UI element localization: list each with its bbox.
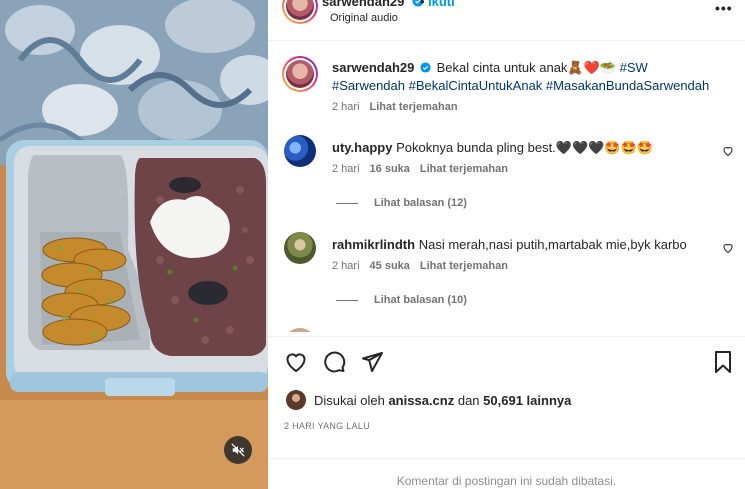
comment-icon[interactable] [322, 350, 346, 374]
comment-avatar[interactable] [284, 135, 316, 167]
comment-text: Pokoknya bunda pling best.🖤🖤🖤🤩🤩🤩 [396, 140, 653, 155]
header-divider [268, 40, 745, 41]
view-replies-button[interactable]: Lihat balasan (10) [336, 294, 467, 306]
comment-translate-link[interactable]: Lihat terjemahan [420, 260, 508, 272]
comment-meta: 2 hari 45 suka Lihat terjemahan [332, 260, 508, 272]
comment-avatar[interactable] [284, 232, 316, 264]
heart-icon[interactable] [284, 350, 308, 374]
liker-avatar[interactable] [286, 390, 306, 410]
view-replies-label: Lihat balasan (12) [374, 197, 467, 209]
verified-badge-icon [420, 62, 431, 73]
comment-likes[interactable]: 45 suka [370, 260, 410, 272]
heart-icon[interactable] [722, 242, 734, 254]
caption-meta: 2 hari Lihat terjemahan [332, 101, 458, 113]
comment-text-block: uty.happy Pokoknya bunda pling best.🖤🖤🖤🤩… [332, 139, 712, 157]
comment-likes[interactable]: 16 suka [370, 163, 410, 175]
share-icon[interactable] [360, 350, 384, 374]
audio-label[interactable]: Original audio [330, 12, 398, 24]
hashtag[interactable]: #SW [620, 60, 648, 75]
caption-username[interactable]: sarwendah29 [332, 60, 414, 75]
video-frame [0, 0, 268, 489]
likes-prefix: Disukai oleh [314, 392, 385, 408]
comment-text-block: rahmikrlindth Nasi merah,nasi putih,mart… [332, 236, 712, 254]
caption-text: Bekal cinta untuk anak🧸❤️🥗 [436, 60, 616, 75]
header-username[interactable]: sarwendah29 [322, 0, 404, 9]
footer-divider [268, 458, 745, 459]
follow-button[interactable]: Ikuti [428, 0, 455, 9]
heart-icon[interactable] [722, 145, 734, 157]
header-avatar[interactable] [282, 0, 318, 24]
caption-time[interactable]: 2 hari [332, 101, 360, 113]
post-media[interactable] [0, 0, 268, 489]
liker-username[interactable]: anissa.cnz [388, 393, 454, 408]
more-options-icon[interactable]: ••• [715, 0, 733, 16]
comment-username[interactable]: uty.happy [332, 140, 392, 155]
comment-username[interactable]: rahmikrlindth [332, 237, 415, 252]
post-date[interactable]: 2 HARI YANG LALU [284, 421, 370, 431]
replies-line [336, 299, 358, 301]
comment-meta: 2 hari 16 suka Lihat terjemahan [332, 163, 508, 175]
likes-count[interactable]: 50,691 lainnya [483, 393, 571, 408]
likes-summary: Disukai oleh anissa.cnz dan 50,691 lainn… [286, 390, 571, 410]
comment-avatar[interactable] [284, 328, 316, 332]
actions-divider [268, 336, 745, 337]
post-header: sarwendah29 • Ikuti Original audio ••• [268, 0, 745, 38]
bookmark-icon[interactable] [712, 350, 734, 374]
mute-button[interactable] [224, 436, 252, 464]
action-bar [268, 338, 745, 388]
caption-translate-link[interactable]: Lihat terjemahan [370, 101, 458, 113]
hashtag-list[interactable]: #Sarwendah #BekalCintaUntukAnak #Masakan… [332, 78, 709, 93]
comment-translate-link[interactable]: Lihat terjemahan [420, 163, 508, 175]
comment-time[interactable]: 2 hari [332, 260, 360, 272]
comments-limited-notice: Komentar di postingan ini sudah dibatasi… [396, 474, 617, 488]
caption-text-block: sarwendah29 Bekal cinta untuk anak🧸❤️🥗 #… [332, 59, 732, 95]
post-side-panel: sarwendah29 • Ikuti Original audio ••• s… [268, 0, 745, 489]
replies-line [336, 202, 358, 204]
mute-icon [231, 443, 245, 457]
caption-avatar[interactable] [282, 56, 318, 92]
comments-list[interactable]: sarwendah29 Bekal cinta untuk anak🧸❤️🥗 #… [268, 45, 745, 332]
comment-text: Nasi merah,nasi putih,martabak mie,byk k… [418, 237, 687, 252]
view-replies-button[interactable]: Lihat balasan (12) [336, 197, 467, 209]
likes-connector: dan [457, 392, 480, 408]
view-replies-label: Lihat balasan (10) [374, 294, 467, 306]
comment-time[interactable]: 2 hari [332, 163, 360, 175]
